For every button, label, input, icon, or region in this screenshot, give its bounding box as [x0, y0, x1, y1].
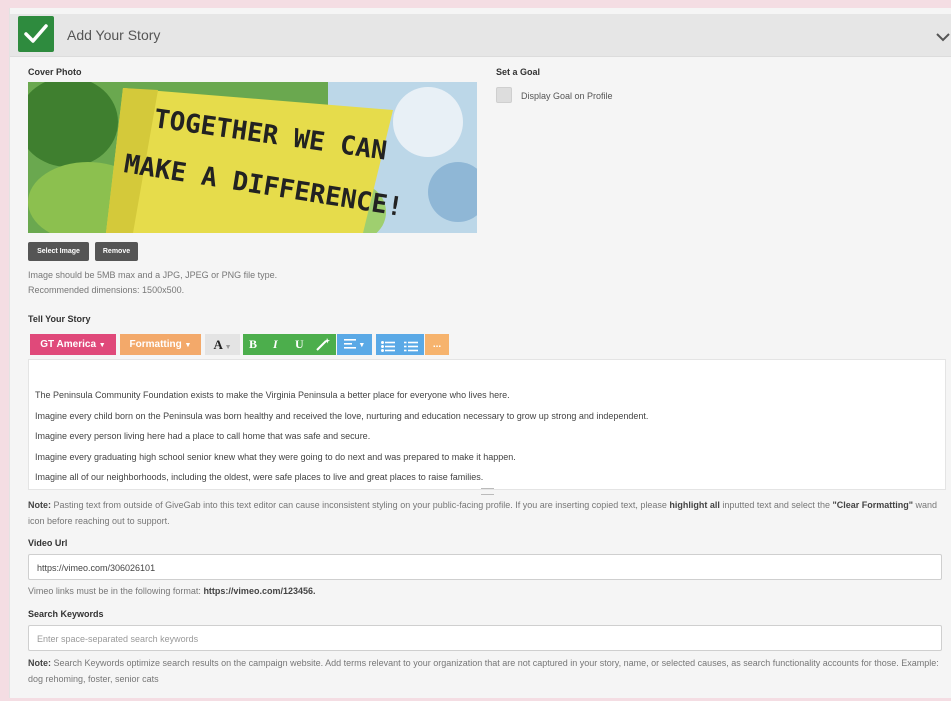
video-url-label: Video Url	[28, 538, 68, 548]
clear-formatting-wand-icon[interactable]	[315, 337, 331, 359]
note-text: inputted text and select the	[722, 500, 830, 510]
story-paragraph: The Peninsula Community Foundation exist…	[35, 390, 510, 400]
story-paragraph: Imagine every child born on the Peninsul…	[35, 411, 649, 421]
section-title: Add Your Story	[67, 27, 161, 43]
font-family-value: GT America	[40, 339, 97, 350]
text-style-group: B I U	[243, 334, 336, 355]
search-keywords-input[interactable]: Enter space-separated search keywords	[28, 625, 942, 651]
display-goal-label: Display Goal on Profile	[521, 91, 613, 101]
video-url-hint: Vimeo links must be in the following for…	[28, 586, 315, 596]
editor-resize-handle[interactable]	[481, 488, 494, 495]
story-panel: Add Your Story Cover Photo TOGETHER WE C…	[9, 8, 951, 698]
chevron-down-icon[interactable]	[936, 29, 950, 47]
story-editor[interactable]: The Peninsula Community Foundation exist…	[28, 359, 946, 495]
note-text: Search Keywords optimize search results …	[28, 658, 939, 684]
image-hint-size: Image should be 5MB max and a JPG, JPEG …	[28, 270, 278, 280]
align-dropdown[interactable]: ▼	[337, 334, 372, 355]
text-color-icon: A	[213, 337, 223, 352]
cover-photo-image: TOGETHER WE CAN MAKE A DIFFERENCE!	[28, 82, 477, 233]
list-group	[376, 334, 424, 355]
completed-check-icon	[18, 16, 54, 52]
note-bold: "Clear Formatting"	[832, 500, 914, 510]
bullet-list-icon[interactable]	[381, 339, 395, 360]
video-url-input[interactable]: https://vimeo.com/306026101	[28, 554, 942, 580]
set-goal-label: Set a Goal	[496, 67, 541, 77]
story-paragraph: Imagine all of our neighborhoods, includ…	[35, 472, 484, 482]
text-color-button[interactable]: A ▼	[205, 334, 240, 355]
note-label: Note:	[28, 500, 51, 510]
note-bold: highlight all	[669, 500, 720, 510]
section-header[interactable]: Add Your Story	[10, 14, 951, 57]
formatting-dropdown[interactable]: Formatting ▼	[120, 334, 201, 355]
more-options-button[interactable]: ...	[425, 334, 449, 355]
align-icon	[343, 339, 359, 350]
underline-button[interactable]: U	[295, 334, 304, 355]
remove-image-button[interactable]: Remove	[95, 242, 138, 261]
bold-button[interactable]: B	[249, 334, 257, 355]
italic-button[interactable]: I	[273, 334, 278, 355]
image-hint-dimensions: Recommended dimensions: 1500x500.	[28, 285, 185, 295]
story-paragraph: Imagine every graduating high school sen…	[35, 452, 516, 462]
editor-note: Note: Pasting text from outside of GiveG…	[28, 497, 944, 529]
video-hint-format: https://vimeo.com/123456.	[203, 586, 316, 596]
note-text: Pasting text from outside of GiveGab int…	[53, 500, 667, 510]
tell-story-label: Tell Your Story	[28, 314, 91, 324]
story-paragraph: Imagine every person living here had a p…	[35, 431, 371, 441]
font-family-dropdown[interactable]: GT America ▼	[30, 334, 116, 355]
numbered-list-icon[interactable]	[404, 339, 418, 360]
formatting-value: Formatting	[129, 339, 182, 350]
keywords-note: Note: Search Keywords optimize search re…	[28, 655, 944, 687]
search-keywords-label: Search Keywords	[28, 609, 104, 619]
display-goal-checkbox[interactable]	[496, 87, 512, 103]
video-hint-text: Vimeo links must be in the following for…	[28, 586, 201, 596]
cover-photo-label: Cover Photo	[28, 67, 82, 77]
select-image-button[interactable]: Select Image	[28, 242, 89, 261]
note-label: Note:	[28, 658, 51, 668]
